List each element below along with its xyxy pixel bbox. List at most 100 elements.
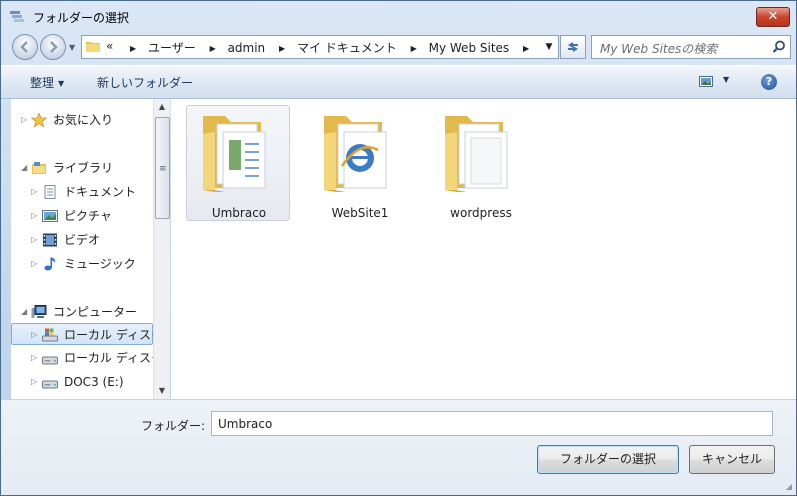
folder-field-label: フォルダー: — [141, 419, 206, 433]
breadcrumb-admin[interactable]: admin — [228, 41, 266, 55]
expand-arrow-icon[interactable]: ▷ — [31, 371, 37, 393]
library-icon — [32, 162, 46, 174]
star-icon — [31, 113, 47, 127]
breadcrumb-separator-icon[interactable]: ▶ — [411, 44, 417, 53]
view-icon[interactable] — [699, 76, 713, 87]
navigation-pane: ▷ お気に入り ◢ ライブラリ ▷ ドキュメント ▷ ピクチャ ▷ ビデオ ▷ … — [11, 99, 169, 399]
refresh-button[interactable] — [560, 35, 586, 59]
folder-documents-icon — [203, 116, 266, 192]
tree-item-label: ミュージック — [64, 257, 136, 271]
organize-label: 整理 — [30, 76, 55, 90]
search-input[interactable]: My Web Sitesの検索 — [600, 40, 717, 57]
expand-arrow-icon[interactable]: ▷ — [31, 205, 37, 227]
collapse-arrow-icon[interactable]: ◢ — [21, 301, 27, 323]
search-box[interactable]: My Web Sitesの検索 — [591, 35, 791, 59]
address-overflow-chevron[interactable]: « — [106, 39, 113, 53]
back-button[interactable] — [12, 34, 38, 60]
folder-label: WebSite1 — [331, 206, 389, 220]
folder-name-field[interactable]: Umbraco — [211, 411, 773, 436]
forward-arrow-icon — [50, 41, 58, 53]
breadcrumb-separator-icon[interactable]: ▶ — [130, 44, 136, 53]
tree-item-videos[interactable]: ▷ ビデオ — [11, 229, 153, 251]
scroll-thumb[interactable]: ≡ — [155, 117, 170, 219]
breadcrumb-separator-icon[interactable]: ▶ — [523, 44, 529, 53]
dialog-app-icon — [10, 11, 24, 22]
address-history-chevron-down-icon[interactable]: ▼ — [540, 36, 558, 58]
tree-item-local-disk-d[interactable]: ▷ ローカル ディスク — [11, 347, 163, 369]
breadcrumb-my-documents[interactable]: マイ ドキュメント — [297, 39, 397, 56]
expand-arrow-icon[interactable]: ▷ — [31, 347, 37, 369]
tree-item-label: お気に入り — [53, 113, 114, 127]
folder-label: wordpress — [450, 206, 512, 220]
expand-arrow-icon[interactable]: ▷ — [31, 324, 37, 346]
tree-item-favorites[interactable]: ▷ お気に入り — [11, 109, 153, 131]
picture-icon — [42, 210, 58, 222]
expand-arrow-icon[interactable]: ▷ — [31, 229, 37, 251]
tree-item-label: ビデオ — [64, 233, 101, 247]
collapse-arrow-icon[interactable]: ◢ — [21, 157, 27, 179]
help-icon[interactable]: ? — [761, 74, 777, 90]
document-icon — [44, 185, 56, 199]
tree-item-label: DOC3 (E:) — [64, 375, 124, 389]
new-folder-button[interactable]: 新しいフォルダー — [97, 74, 193, 91]
chevron-down-icon: ▼ — [58, 79, 65, 88]
dialog-footer: フォルダー: Umbraco フォルダーの選択 キャンセル ◢ — [1, 400, 796, 495]
tree-item-computer[interactable]: ◢ コンピューター — [11, 301, 153, 323]
back-arrow-icon — [20, 41, 28, 53]
tree-item-doc3-drive[interactable]: ▷ DOC3 (E:) — [11, 371, 153, 393]
resize-grip-icon[interactable]: ◢ — [786, 482, 792, 491]
expand-arrow-icon[interactable]: ▷ — [31, 253, 37, 275]
breadcrumb-separator-icon[interactable]: ▶ — [210, 44, 216, 53]
tree-item-pictures[interactable]: ▷ ピクチャ — [11, 205, 153, 227]
cancel-button[interactable]: キャンセル — [689, 445, 775, 474]
folder-item-wordpress[interactable]: wordpress — [428, 105, 532, 221]
grip-icon: ≡ — [159, 164, 167, 174]
tree-item-label: ライブラリ — [53, 161, 114, 175]
tree-item-label: ローカル ディスク — [64, 351, 163, 365]
folder-icon — [86, 42, 100, 52]
organize-button[interactable]: 整理 ▼ — [30, 74, 64, 91]
tree-item-label: ピクチャ — [64, 209, 112, 223]
folder-select-dialog: フォルダーの選択 ✕ ▼ « ▶ ユーザー ▶ admin ▶ マイ ドキュメン… — [0, 0, 797, 496]
breadcrumb: ▶ ユーザー ▶ admin ▶ マイ ドキュメント ▶ My Web Site… — [122, 39, 537, 56]
folder-item-website1[interactable]: WebSite1 — [307, 105, 411, 221]
tree-item-label: ドキュメント — [64, 185, 137, 199]
tree-item-label: ローカル ディスク — [64, 328, 163, 342]
drive-icon — [42, 356, 58, 365]
windows-drive-icon — [42, 328, 58, 342]
computer-icon — [31, 305, 47, 318]
folder-name-value[interactable]: Umbraco — [218, 417, 272, 431]
music-icon — [44, 257, 56, 271]
search-icon[interactable] — [772, 40, 786, 54]
expand-arrow-icon[interactable]: ▷ — [21, 109, 27, 131]
navigation-scrollbar[interactable]: ▲ ≡ ▼ — [153, 99, 170, 399]
video-icon — [43, 233, 57, 247]
address-row: ▼ « ▶ ユーザー ▶ admin ▶ マイ ドキュメント ▶ My Web … — [1, 31, 796, 63]
refresh-icon — [568, 42, 578, 52]
select-folder-button[interactable]: フォルダーの選択 — [537, 445, 679, 474]
folder-label: Umbraco — [211, 206, 267, 220]
address-bar[interactable]: « ▶ ユーザー ▶ admin ▶ マイ ドキュメント ▶ My Web Si… — [81, 35, 559, 59]
close-button[interactable]: ✕ — [756, 7, 790, 27]
recent-pages-chevron-down-icon[interactable]: ▼ — [69, 43, 75, 52]
folder-item-umbraco[interactable]: Umbraco — [186, 105, 290, 221]
tree-item-documents[interactable]: ▷ ドキュメント — [11, 181, 153, 203]
tree-item-local-disk-c[interactable]: ▷ ローカル ディスク — [11, 323, 163, 346]
view-options-chevron-down-icon[interactable]: ▼ — [723, 75, 729, 84]
folder-pages-icon — [445, 116, 508, 192]
command-bar: 整理 ▼ 新しいフォルダー ▼ ? — [1, 65, 796, 99]
title-bar: フォルダーの選択 ✕ — [1, 1, 796, 31]
window-title: フォルダーの選択 — [33, 11, 130, 25]
tree-item-music[interactable]: ▷ ミュージック — [11, 253, 153, 275]
tree-item-libraries[interactable]: ◢ ライブラリ — [11, 157, 153, 179]
breadcrumb-my-web-sites[interactable]: My Web Sites — [429, 41, 510, 55]
scroll-down-icon[interactable]: ▼ — [154, 383, 170, 399]
forward-button[interactable] — [40, 34, 66, 60]
expand-arrow-icon[interactable]: ▷ — [31, 181, 37, 203]
folder-web-icon — [324, 116, 387, 192]
tree-item-label: コンピューター — [53, 305, 138, 319]
breadcrumb-users[interactable]: ユーザー — [148, 39, 196, 56]
breadcrumb-separator-icon[interactable]: ▶ — [279, 44, 285, 53]
folder-content-pane: Umbraco WebSite1 wordpress — [171, 99, 796, 399]
scroll-up-icon[interactable]: ▲ — [154, 99, 170, 115]
